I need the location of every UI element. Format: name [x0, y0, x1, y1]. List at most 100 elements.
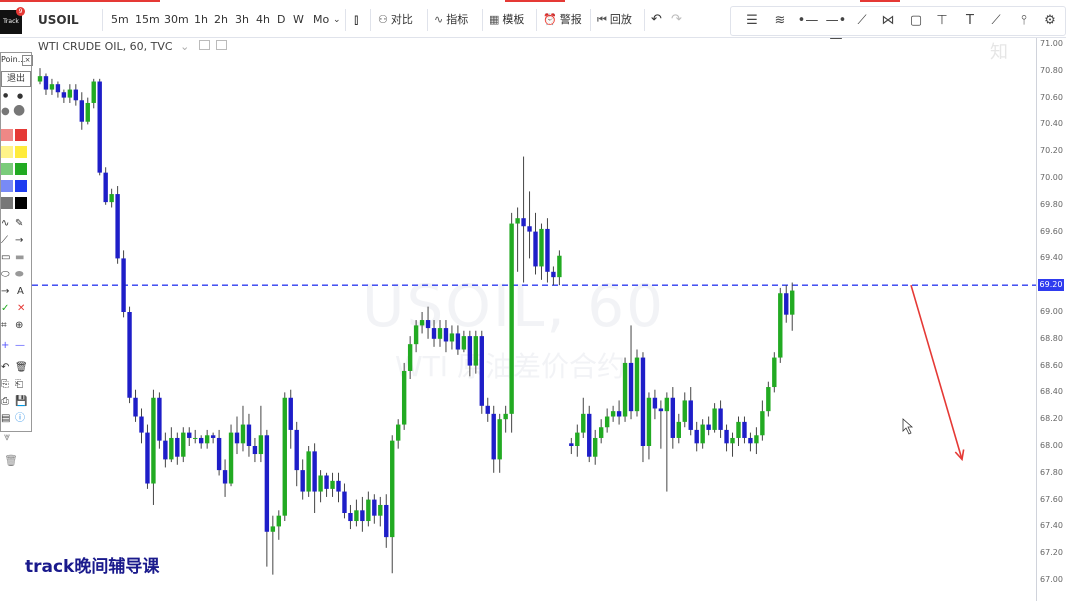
candle-body-down [252, 446, 258, 455]
close-icon[interactable]: × [22, 55, 33, 66]
candle-body-up [766, 387, 771, 412]
candle-body-up [634, 357, 640, 412]
candle-body-down [145, 432, 150, 484]
candle-body-down [288, 397, 293, 430]
color-swatch-light-yellow[interactable] [1, 146, 13, 158]
notification-badge: 9 [16, 7, 25, 16]
price-chart[interactable] [0, 0, 1066, 601]
candle-body-down [431, 328, 437, 339]
candle-body-down [73, 89, 79, 101]
candle-body-down [491, 413, 496, 460]
y-tick-label: 67.20 [1040, 548, 1063, 558]
chart-title: WTI CRUDE OIL, 60, TVC [38, 40, 173, 53]
filled-rectangle-icon[interactable]: ▬ [15, 251, 24, 265]
candle-body-up [390, 440, 395, 538]
print-icon[interactable]: ⎙ [1, 395, 9, 409]
candle-body-down [216, 437, 222, 471]
candle-body-up [240, 424, 246, 444]
ellipse-icon[interactable]: ⬭ [1, 268, 10, 282]
medium-dot-icon[interactable]: ● [17, 89, 23, 103]
candle-body-down [670, 397, 676, 438]
candle-body-up [407, 344, 413, 371]
candle-body-down [103, 172, 108, 203]
candle-body-up [169, 437, 174, 460]
eraser-icon[interactable]: ✎ [15, 217, 23, 231]
minus-icon[interactable]: — [15, 339, 25, 353]
filled-ellipse-icon[interactable]: ⬬ [15, 268, 24, 282]
color-swatch-gray[interactable] [1, 197, 13, 209]
candle-body-up [437, 328, 443, 339]
candle-body-down [198, 437, 204, 444]
candle-body-up [366, 499, 371, 522]
crop-icon[interactable]: ⌗ [1, 319, 7, 333]
trash-icon[interactable]: 🗑 [4, 454, 18, 467]
candle-body-down [384, 504, 389, 538]
settings-icon[interactable] [216, 40, 228, 50]
color-swatch-black[interactable] [15, 197, 27, 209]
plus-icon[interactable]: + [1, 339, 9, 353]
candle-body-up [181, 432, 186, 457]
line-icon[interactable]: ⟋ [1, 234, 8, 248]
candle-body-down [784, 293, 789, 315]
small-dot-icon[interactable]: ● [3, 89, 8, 103]
candle-body-up [790, 290, 795, 315]
close-icon[interactable]: ✕ [17, 302, 25, 316]
arrow-right-icon[interactable]: → [1, 285, 9, 299]
color-swatch-light-blue[interactable] [1, 180, 13, 192]
check-icon[interactable]: ✓ [1, 302, 9, 316]
clipboard-icon[interactable]: ⎗ [15, 378, 23, 392]
y-tick-label: 67.40 [1040, 521, 1063, 531]
candle-body-up [204, 435, 210, 444]
candle-body-down [551, 271, 556, 278]
pointer-label[interactable]: Poin... [1, 53, 25, 67]
undo-icon[interactable]: ↶ [1, 361, 9, 375]
zoom-icon[interactable]: ⊕ [15, 319, 23, 333]
color-swatch-blue[interactable] [15, 180, 27, 192]
info-icon[interactable]: ⓘ [15, 412, 25, 426]
color-swatch-red[interactable] [15, 129, 27, 141]
candle-body-down [724, 429, 729, 444]
candle-body-down [246, 424, 252, 446]
candle-body-up [306, 451, 311, 492]
candle-body-down [658, 408, 664, 412]
magnet-icon[interactable]: ⩔ [4, 430, 10, 444]
candle-body-down [425, 320, 431, 329]
color-swatch-light-green[interactable] [1, 163, 13, 175]
text-tool[interactable]: A [17, 285, 24, 299]
eye-icon[interactable] [198, 40, 210, 50]
candle-body-down [133, 397, 138, 417]
candle-body-up [712, 408, 717, 430]
color-swatch-green[interactable] [15, 163, 27, 175]
color-swatch-yellow[interactable] [15, 146, 27, 158]
y-tick-label: 69.40 [1040, 253, 1063, 263]
candle-body-down [300, 470, 305, 492]
chevron-down-icon[interactable]: ⌄ [180, 40, 189, 53]
exit-button[interactable]: 退出 [1, 71, 31, 87]
candle-body-down [187, 432, 192, 438]
candle-body-down [163, 440, 168, 460]
candle-body-up [378, 504, 383, 516]
curve-icon[interactable]: ∿ [1, 217, 9, 231]
arrow-icon[interactable]: → [15, 234, 23, 248]
candle-body-up [109, 194, 114, 203]
candle-body-down [115, 194, 120, 259]
candle-body-down [336, 480, 341, 492]
candle-body-down [533, 231, 538, 267]
candle-body-down [121, 258, 126, 312]
xlarge-dot-icon[interactable]: ● [13, 103, 25, 117]
annotation-panel: Poin... × 退出 ● ● ● ● ∿ ✎ ⟋ → ▭ ▬ ⬭ ⬬ → A… [0, 52, 33, 432]
candle-body-up [37, 76, 43, 82]
y-tick-label: 69.00 [1040, 307, 1063, 316]
save-icon[interactable]: 💾 [15, 395, 27, 409]
trash-icon[interactable]: 🗑 [15, 361, 28, 375]
rectangle-icon[interactable]: ▭ [1, 251, 10, 265]
candle-body-down [748, 437, 753, 444]
candle-body-up [575, 432, 580, 446]
price-axis[interactable]: 71.00 70.80 70.60 70.40 70.20 70.00 69.80 69.60… [1036, 38, 1066, 601]
copy-icon[interactable]: ⎘ [1, 378, 9, 392]
image-icon[interactable]: ▤ [1, 412, 10, 426]
y-tick-label: 67.00 [1040, 575, 1063, 584]
large-dot-icon[interactable]: ● [1, 105, 10, 119]
color-swatch-light-red[interactable] [1, 129, 13, 141]
candle-body-up [258, 435, 264, 455]
